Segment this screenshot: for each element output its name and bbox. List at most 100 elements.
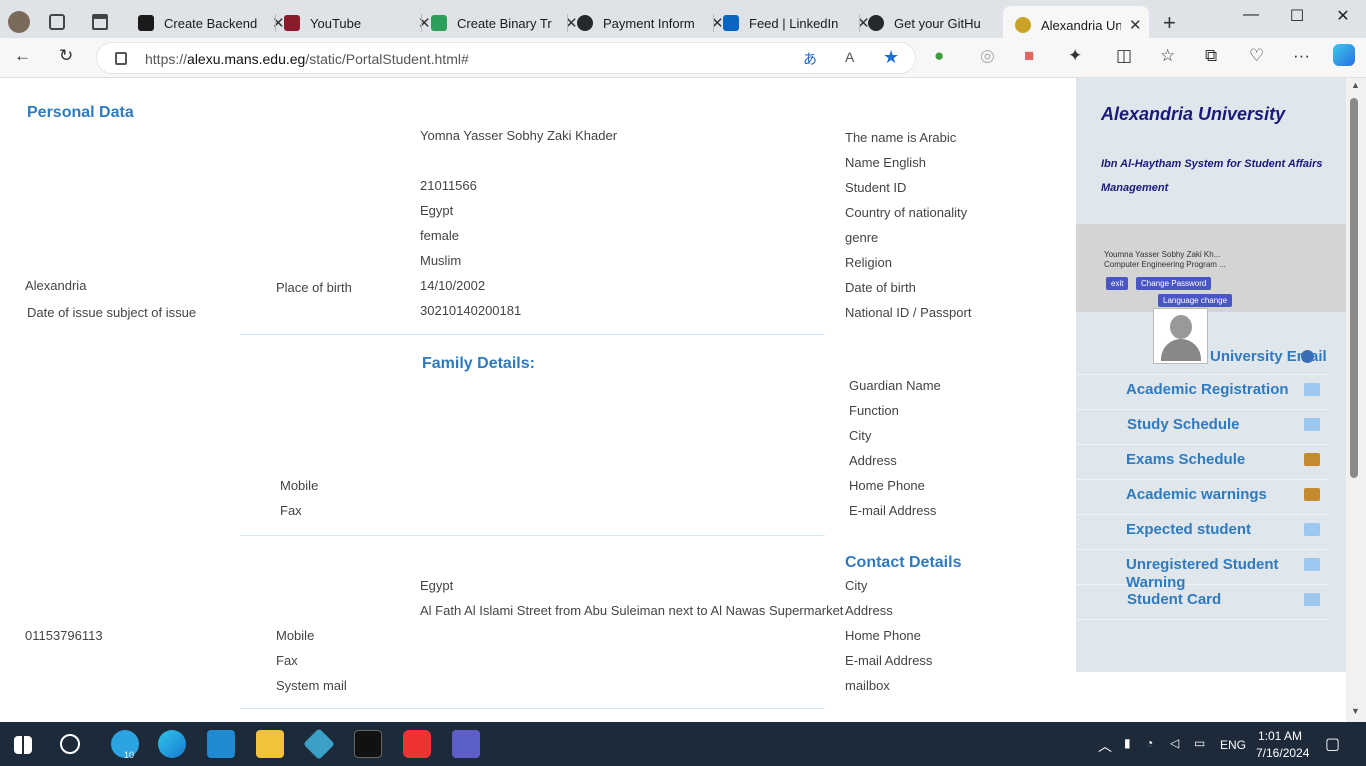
extension-globe-icon[interactable]: ● bbox=[934, 46, 944, 66]
record-icon[interactable] bbox=[403, 730, 431, 758]
menu-study-schedule[interactable]: Study Schedule bbox=[1076, 410, 1328, 445]
menu-student-card[interactable]: Student Card bbox=[1076, 585, 1328, 620]
lock-icon[interactable] bbox=[115, 52, 127, 65]
contact-email-label: E-mail Address bbox=[845, 653, 933, 668]
family-mobile-label: Mobile bbox=[280, 478, 319, 493]
menu-academic-warnings[interactable]: Academic warnings bbox=[1076, 480, 1328, 515]
start-icon[interactable] bbox=[14, 736, 32, 754]
telegram-badge: 10 bbox=[124, 750, 135, 760]
extension-red-icon[interactable]: ■ bbox=[1024, 46, 1034, 66]
url-bar[interactable]: https://alexu.mans.edu.eg/static/PortalS… bbox=[96, 42, 916, 74]
national-id-value: 30210140200181 bbox=[420, 303, 522, 318]
close-icon[interactable]: ✕ bbox=[418, 14, 431, 32]
split-screen-icon[interactable]: ◫ bbox=[1116, 46, 1132, 66]
page-scrollbar[interactable]: ▲ ▼ bbox=[1346, 78, 1366, 722]
close-icon[interactable]: ✕ bbox=[272, 14, 285, 32]
name-ar-value: Yomna Yasser Sobhy Zaki Khader bbox=[420, 128, 618, 143]
scroll-down-icon[interactable]: ▼ bbox=[1351, 706, 1360, 716]
change-password-button[interactable]: Change Password bbox=[1136, 277, 1212, 290]
read-aloud-icon[interactable]: A bbox=[845, 49, 854, 65]
teams-icon[interactable] bbox=[452, 730, 480, 758]
tab-create-binary[interactable]: Create Binary Tr ✕ bbox=[431, 8, 578, 38]
language-change-button[interactable]: Language change bbox=[1158, 294, 1233, 307]
scroll-up-icon[interactable]: ▲ bbox=[1351, 80, 1360, 90]
refresh-icon[interactable]: ↻ bbox=[59, 46, 73, 66]
url-text[interactable]: https://alexu.mans.edu.eg/static/PortalS… bbox=[145, 51, 469, 67]
menu-exams-schedule[interactable]: Exams Schedule bbox=[1076, 445, 1328, 480]
translate-icon[interactable]: あ bbox=[803, 49, 817, 69]
terminal-icon[interactable] bbox=[354, 730, 382, 758]
url-path: /static/PortalStudent.html# bbox=[305, 51, 469, 67]
browser-essentials-icon[interactable]: ♡ bbox=[1249, 46, 1264, 66]
search-icon[interactable] bbox=[60, 734, 80, 754]
notifications-icon[interactable]: ▢ bbox=[1325, 734, 1340, 754]
religion-label: Religion bbox=[845, 255, 892, 270]
copilot-icon[interactable] bbox=[1333, 44, 1355, 66]
menu-label: Academic warnings bbox=[1126, 486, 1267, 503]
clock-time[interactable]: 1:01 AM bbox=[1258, 729, 1302, 743]
workspaces-icon[interactable] bbox=[49, 14, 65, 30]
app-diamond-icon[interactable] bbox=[303, 728, 335, 760]
edge-icon[interactable] bbox=[158, 730, 186, 758]
contact-mobile-label: Mobile bbox=[276, 628, 315, 643]
tab-linkedin[interactable]: Feed | LinkedIn ✕ bbox=[723, 8, 870, 38]
tab-github[interactable]: Get your GitHu ✕ bbox=[868, 8, 1015, 38]
close-icon[interactable]: ✕ bbox=[1129, 16, 1142, 34]
tab-payment[interactable]: Payment Inform ✕ bbox=[577, 8, 724, 38]
family-details-heading: Family Details: bbox=[422, 355, 535, 372]
tab-create-backend[interactable]: Create Backend ✕ bbox=[138, 8, 285, 38]
divider bbox=[240, 535, 825, 536]
email-icon bbox=[1301, 350, 1314, 363]
chevron-up-icon[interactable]: ︿ bbox=[1098, 736, 1112, 756]
student-id-label: Student ID bbox=[845, 180, 907, 195]
language-indicator[interactable]: ENG bbox=[1220, 738, 1246, 752]
minimize-icon[interactable]: — bbox=[1228, 6, 1274, 24]
tab-label: Get your GitHu bbox=[894, 15, 981, 31]
favorites-icon[interactable]: ☆ bbox=[1160, 46, 1175, 66]
menu-unregistered-warning[interactable]: Unregistered Student Warning bbox=[1076, 550, 1328, 591]
file-explorer-icon[interactable] bbox=[256, 730, 284, 758]
volume-icon[interactable]: ◁ bbox=[1170, 736, 1179, 750]
contact-details-heading: Contact Details bbox=[845, 554, 962, 571]
contact-mobile-value: 01153796113 bbox=[25, 628, 103, 643]
favorite-star-icon[interactable]: ★ bbox=[883, 47, 899, 68]
back-icon[interactable]: ← bbox=[14, 46, 31, 66]
extensions-icon[interactable]: ✦ bbox=[1068, 46, 1082, 66]
battery-icon[interactable]: ▭ bbox=[1194, 736, 1205, 750]
contact-address-label: Address bbox=[845, 603, 893, 618]
tab-label: Alexandria Univ bbox=[1041, 17, 1121, 33]
maximize-icon[interactable]: ☐ bbox=[1274, 6, 1320, 26]
youtube-icon bbox=[284, 15, 300, 31]
document-icon bbox=[1304, 558, 1320, 571]
name-ar-label: The name is Arabic bbox=[845, 130, 957, 145]
menu-expected-student[interactable]: Expected student bbox=[1076, 515, 1328, 550]
windows-taskbar: 10 ︿ ▮ ◔ ◁ ▭ ENG 1:01 AM 7/16/2024 ▢ bbox=[0, 722, 1366, 766]
clock-date[interactable]: 7/16/2024 bbox=[1256, 746, 1309, 760]
more-icon[interactable]: ··· bbox=[1293, 46, 1310, 66]
menu-academic-registration[interactable]: Academic Registration bbox=[1076, 375, 1328, 410]
tab-youtube[interactable]: YouTube ✕ bbox=[284, 8, 431, 38]
close-window-icon[interactable]: ✕ bbox=[1320, 6, 1366, 26]
name-en-label: Name English bbox=[845, 155, 926, 170]
wifi-icon[interactable]: ◔ bbox=[1146, 736, 1153, 750]
address-toolbar: ← ↻ https://alexu.mans.edu.eg/static/Por… bbox=[0, 38, 1366, 78]
scrollbar-thumb[interactable] bbox=[1350, 98, 1358, 478]
collections-icon[interactable]: ⧉ bbox=[1205, 46, 1217, 66]
profile-avatar[interactable] bbox=[8, 11, 30, 33]
linkedin-icon bbox=[723, 15, 739, 31]
vscode-icon[interactable] bbox=[207, 730, 235, 758]
microphone-icon[interactable]: ▮ bbox=[1124, 736, 1131, 750]
exit-button[interactable]: exit bbox=[1106, 277, 1129, 290]
gender-value: female bbox=[420, 228, 460, 243]
tab-label: Payment Inform bbox=[603, 15, 695, 31]
menu-university-email[interactable]: University Email bbox=[1076, 340, 1328, 375]
extension-circle-icon[interactable]: ◎ bbox=[980, 46, 995, 66]
tab-actions-icon[interactable] bbox=[92, 14, 108, 30]
contact-fax-label: Fax bbox=[276, 653, 298, 668]
folder-icon bbox=[1304, 488, 1320, 501]
new-tab-icon[interactable]: + bbox=[1163, 10, 1176, 36]
university-icon bbox=[1015, 17, 1031, 33]
genre-label: genre bbox=[845, 230, 879, 245]
family-fax-label: Fax bbox=[280, 503, 302, 518]
contact-city-label: City bbox=[845, 578, 868, 593]
